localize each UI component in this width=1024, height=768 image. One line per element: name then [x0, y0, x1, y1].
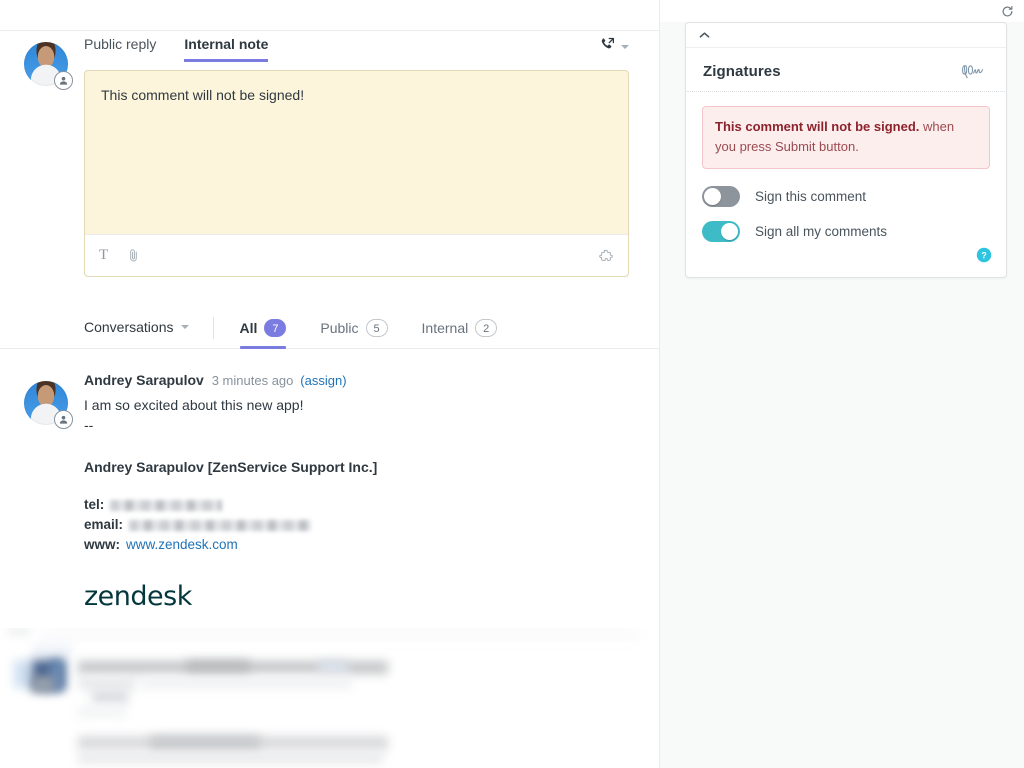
sign-this-comment-label: Sign this comment — [755, 189, 866, 204]
chevron-down-icon — [621, 45, 629, 49]
comment-author: Andrey Sarapulov — [84, 372, 204, 388]
blurred-attachment-region — [0, 628, 660, 768]
signature-email-label: email: — [84, 515, 123, 535]
zignatures-app-card: Zignatures This comment will not be sign… — [685, 22, 1007, 278]
signature-tel-row: tel: — [84, 495, 629, 515]
comment-body: Andrey Sarapulov 3 minutes ago (assign) … — [84, 371, 659, 612]
card-collapse-toggle[interactable] — [686, 23, 1006, 48]
not-signed-alert: This comment will not be signed. when yo… — [702, 106, 990, 169]
comment-text: I am so excited about this new app! — [84, 395, 629, 415]
comment-avatar-column — [0, 371, 84, 612]
composer-tabs: Public reply Internal note — [84, 32, 629, 62]
handwritten-signature-icon — [961, 61, 989, 81]
assign-link[interactable]: (assign) — [300, 373, 346, 388]
apps-sidebar: Zignatures This comment will not be sign… — [660, 0, 1024, 768]
text-format-label: T — [99, 248, 108, 263]
tab-internal-count: 2 — [475, 319, 497, 337]
text-format-button[interactable]: T — [99, 248, 108, 263]
avatar-user-badge-icon — [54, 71, 73, 90]
alert-bold-text: This comment will not be signed. — [715, 119, 919, 134]
signature-www-link[interactable]: www.zendesk.com — [126, 535, 238, 555]
signature-www-row: www: www.zendesk.com — [84, 535, 629, 555]
avatar — [24, 42, 68, 86]
chevron-up-icon — [699, 26, 710, 44]
avatar — [24, 381, 68, 425]
signature-email-value-redacted — [129, 520, 311, 531]
zendesk-agent-ticket-view: Public reply Internal note — [0, 0, 1024, 768]
tab-internal-note[interactable]: Internal note — [184, 36, 268, 62]
zendesk-logo: zendesk — [84, 581, 629, 612]
toggle-knob — [721, 223, 738, 240]
composer-avatar-column — [0, 32, 84, 277]
tab-internal[interactable]: Internal 2 — [422, 307, 498, 349]
tab-all[interactable]: All 7 — [240, 307, 287, 349]
paperclip-icon[interactable] — [126, 248, 141, 263]
refresh-icon[interactable] — [1000, 4, 1015, 19]
sign-this-comment-row: Sign this comment — [686, 183, 1006, 210]
tab-all-count: 7 — [264, 319, 286, 337]
conversations-label: Conversations — [84, 319, 174, 335]
sidebar-topbar — [660, 0, 1024, 22]
channel-selector[interactable] — [599, 36, 629, 62]
tab-internal-label: Internal — [422, 307, 469, 349]
divider — [213, 317, 214, 339]
comment-timestamp: 3 minutes ago — [212, 373, 294, 388]
tab-public-count: 5 — [366, 319, 388, 337]
comment-header: Andrey Sarapulov 3 minutes ago (assign) — [84, 371, 629, 390]
conversation-filter-bar: Conversations All 7 Public 5 Internal 2 — [0, 307, 659, 349]
signature-separator: -- — [84, 415, 629, 435]
conversation-tabs: All 7 Public 5 Internal 2 — [240, 307, 532, 349]
signature-email-row: email: — [84, 515, 629, 535]
editor-toolbar: T — [85, 234, 628, 276]
sign-this-comment-toggle[interactable] — [702, 186, 740, 207]
composer-body: Public reply Internal note — [84, 32, 629, 277]
sign-all-comments-toggle[interactable] — [702, 221, 740, 242]
signature-tel-label: tel: — [84, 495, 104, 515]
tab-public-reply[interactable]: Public reply — [84, 36, 156, 62]
note-text[interactable]: This comment will not be signed! — [85, 71, 628, 119]
internal-note-editor[interactable]: This comment will not be signed! T — [84, 70, 629, 277]
comment-item: Andrey Sarapulov 3 minutes ago (assign) … — [0, 349, 659, 612]
card-header: Zignatures — [687, 48, 1005, 92]
signature-name-line: Andrey Sarapulov [ZenService Support Inc… — [84, 457, 629, 477]
tab-public-label: Public — [320, 307, 358, 349]
tab-all-label: All — [240, 307, 258, 349]
tab-public[interactable]: Public 5 — [320, 307, 387, 349]
signature-www-label: www: — [84, 535, 120, 555]
chevron-down-icon — [181, 325, 189, 329]
phone-outgoing-icon — [599, 36, 616, 58]
signature-tel-value-redacted — [110, 500, 222, 511]
puzzle-piece-icon[interactable] — [598, 248, 614, 264]
avatar-user-badge-icon — [54, 410, 73, 429]
help-row: ? — [686, 245, 1006, 277]
toggle-knob — [704, 188, 721, 205]
signature-contact-block: tel: email: www: www.zendesk.com — [84, 495, 629, 555]
ticket-main-column: Public reply Internal note — [0, 0, 660, 768]
sign-all-comments-row: Sign all my comments — [686, 218, 1006, 245]
conversations-dropdown[interactable]: Conversations — [84, 319, 189, 337]
sign-all-comments-label: Sign all my comments — [755, 224, 887, 239]
comment-composer: Public reply Internal note — [0, 0, 659, 277]
help-circle-icon[interactable]: ? — [976, 247, 992, 263]
svg-text:?: ? — [981, 250, 986, 260]
card-title: Zignatures — [703, 63, 781, 80]
